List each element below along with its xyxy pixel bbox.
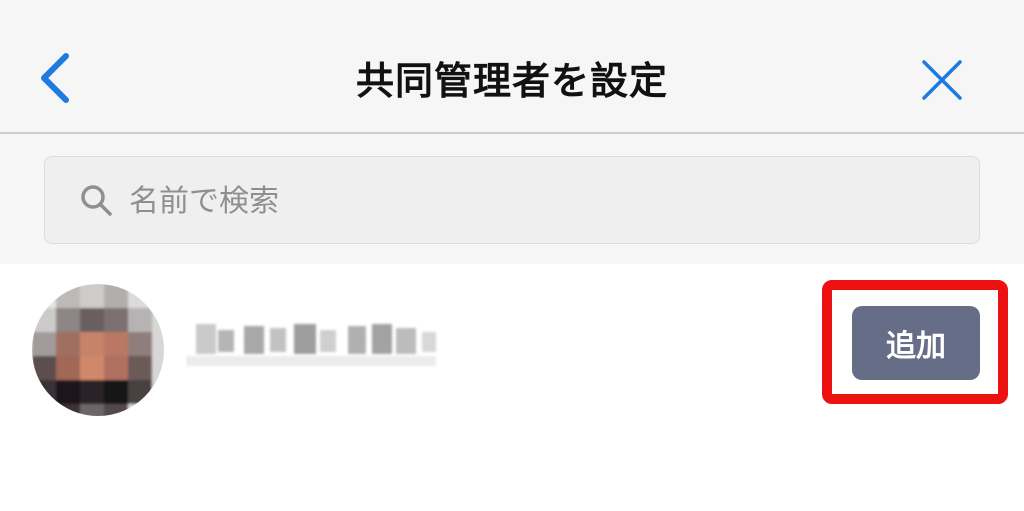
user-name-obscured xyxy=(186,324,436,366)
header-bar: 共同管理者を設定 xyxy=(0,0,1024,134)
page-title: 共同管理者を設定 xyxy=(355,59,668,103)
search-box[interactable] xyxy=(44,156,980,244)
user-list: 追加 xyxy=(0,264,1024,511)
search-area xyxy=(0,134,1024,264)
search-input[interactable] xyxy=(127,175,951,227)
search-icon xyxy=(81,185,112,216)
user-row[interactable]: 追加 xyxy=(0,264,1024,434)
close-button[interactable] xyxy=(914,52,970,108)
avatar xyxy=(32,284,164,416)
close-icon xyxy=(922,60,962,100)
add-button[interactable]: 追加 xyxy=(852,306,980,380)
